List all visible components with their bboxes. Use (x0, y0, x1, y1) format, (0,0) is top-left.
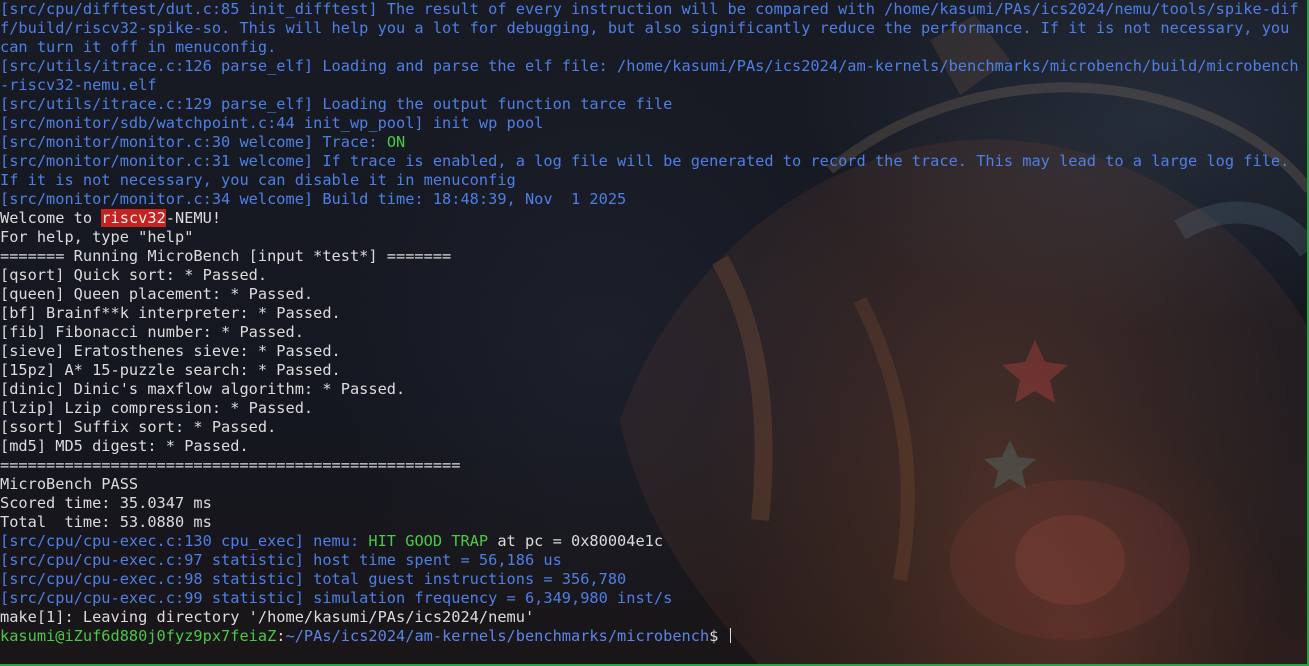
terminal-line: [src/cpu/cpu-exec.c:130 cpu_exec] nemu: … (0, 532, 1303, 551)
terminal-line: ======= Running MicroBench [input *test*… (0, 247, 1303, 266)
terminal-line: [qsort] Quick sort: * Passed. (0, 266, 1303, 285)
terminal-text: [src/monitor/sdb/watchpoint.c:44 init_wp… (0, 114, 544, 132)
terminal-text: [qsort] Quick sort: * Passed. (0, 266, 268, 284)
terminal-line: [src/utils/itrace.c:129 parse_elf] Loadi… (0, 95, 1303, 114)
terminal-text: MicroBench PASS (0, 475, 139, 493)
terminal-line: Scored time: 35.0347 ms (0, 494, 1303, 513)
terminal-text: [dinic] Dinic's maxflow algorithm: * Pas… (0, 380, 406, 398)
terminal-text: ======= Running MicroBench [input *test*… (0, 247, 452, 265)
terminal-line: [src/monitor/monitor.c:30 welcome] Trace… (0, 133, 1303, 152)
prompt-path: ~/PAs/ics2024/am-kernels/benchmarks/micr… (285, 627, 710, 645)
terminal-text: [ssort] Suffix sort: * Passed. (0, 418, 277, 436)
terminal-line: [fib] Fibonacci number: * Passed. (0, 323, 1303, 342)
terminal-output[interactable]: [src/cpu/difftest/dut.c:85 init_difftest… (0, 0, 1303, 646)
terminal-text: For help, type "help" (0, 228, 194, 246)
terminal-line: [src/cpu/cpu-exec.c:99 statistic] simula… (0, 589, 1303, 608)
terminal-line: [lzip] Lzip compression: * Passed. (0, 399, 1303, 418)
terminal-text: [lzip] Lzip compression: * Passed. (0, 399, 314, 417)
terminal-text: [src/cpu/cpu-exec.c:130 cpu_exec] nemu: (0, 532, 369, 550)
terminal-window[interactable]: [src/cpu/difftest/dut.c:85 init_difftest… (0, 0, 1309, 666)
terminal-text: [src/monitor/monitor.c:30 welcome] Trace… (0, 133, 387, 151)
terminal-text: [src/cpu/cpu-exec.c:97 statistic] host t… (0, 551, 562, 569)
terminal-text: [src/cpu/cpu-exec.c:98 statistic] total … (0, 570, 627, 588)
terminal-line: MicroBench PASS (0, 475, 1303, 494)
terminal-line: Total time: 53.0880 ms (0, 513, 1303, 532)
terminal-text: ========================================… (0, 456, 461, 474)
text-cursor (729, 628, 731, 643)
terminal-line: [src/cpu/cpu-exec.c:98 statistic] total … (0, 570, 1303, 589)
terminal-text: [src/cpu/cpu-exec.c:99 statistic] simula… (0, 589, 673, 607)
terminal-line: [src/cpu/difftest/dut.c:85 init_difftest… (0, 0, 1303, 57)
terminal-line: [src/monitor/monitor.c:31 welcome] If tr… (0, 152, 1303, 190)
terminal-line: For help, type "help" (0, 228, 1303, 247)
terminal-line: make[1]: Leaving directory '/home/kasumi… (0, 608, 1303, 627)
terminal-line: [bf] Brainf**k interpreter: * Passed. (0, 304, 1303, 323)
terminal-text: [src/utils/itrace.c:129 parse_elf] Loadi… (0, 95, 673, 113)
terminal-line: [ssort] Suffix sort: * Passed. (0, 418, 1303, 437)
terminal-text: -NEMU! (165, 209, 222, 227)
terminal-line: [sieve] Eratosthenes sieve: * Passed. (0, 342, 1303, 361)
prompt-user-host: kasumi@iZuf6d880j0fyz9px7feiaZ (0, 627, 277, 645)
terminal-line: [src/monitor/sdb/watchpoint.c:44 init_wp… (0, 114, 1303, 133)
terminal-text: [bf] Brainf**k interpreter: * Passed. (0, 304, 341, 322)
terminal-line: Welcome to riscv32-NEMU! (0, 209, 1303, 228)
terminal-text: [md5] MD5 digest: * Passed. (0, 437, 249, 455)
terminal-text: Scored time: 35.0347 ms (0, 494, 212, 512)
terminal-text: [src/monitor/monitor.c:34 welcome] Build… (0, 190, 627, 208)
prompt-symbol: $ (709, 627, 728, 645)
terminal-line: [queen] Queen placement: * Passed. (0, 285, 1303, 304)
terminal-line: [md5] MD5 digest: * Passed. (0, 437, 1303, 456)
terminal-text: [src/cpu/difftest/dut.c:85 init_difftest… (0, 0, 1299, 56)
terminal-line: ========================================… (0, 456, 1303, 475)
terminal-text: [src/monitor/monitor.c:31 welcome] If tr… (0, 152, 1299, 189)
terminal-text: riscv32 (101, 209, 166, 227)
prompt-separator: : (276, 627, 286, 645)
terminal-text: HIT GOOD TRAP (368, 532, 489, 550)
shell-prompt[interactable]: kasumi@iZuf6d880j0fyz9px7feiaZ:~/PAs/ics… (0, 627, 1303, 646)
terminal-text: [fib] Fibonacci number: * Passed. (0, 323, 304, 341)
terminal-text: [queen] Queen placement: * Passed. (0, 285, 314, 303)
terminal-line: [src/monitor/monitor.c:34 welcome] Build… (0, 190, 1303, 209)
terminal-text: at pc = 0x80004e1c (488, 532, 664, 550)
terminal-text: [src/utils/itrace.c:126 parse_elf] Loadi… (0, 57, 1299, 94)
terminal-text: ON (386, 133, 406, 151)
terminal-text: Welcome to (0, 209, 102, 227)
terminal-text: Total time: 53.0880 ms (0, 513, 212, 531)
terminal-text: [15pz] A* 15-puzzle search: * Passed. (0, 361, 341, 379)
terminal-text: make[1]: Leaving directory '/home/kasumi… (0, 608, 535, 626)
terminal-line: [src/utils/itrace.c:126 parse_elf] Loadi… (0, 57, 1303, 95)
terminal-line: [15pz] A* 15-puzzle search: * Passed. (0, 361, 1303, 380)
terminal-text: [sieve] Eratosthenes sieve: * Passed. (0, 342, 341, 360)
terminal-line: [src/cpu/cpu-exec.c:97 statistic] host t… (0, 551, 1303, 570)
terminal-line: [dinic] Dinic's maxflow algorithm: * Pas… (0, 380, 1303, 399)
